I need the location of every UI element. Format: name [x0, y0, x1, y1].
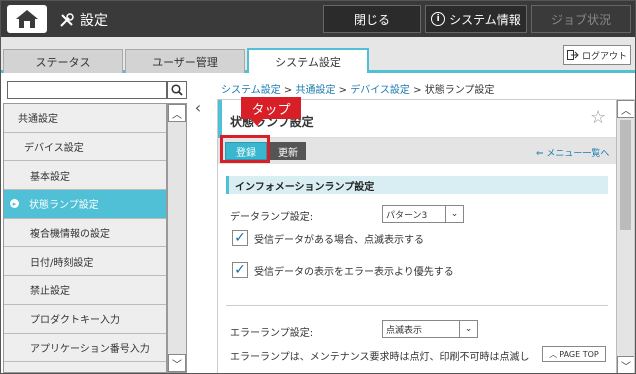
search-button[interactable]: [167, 81, 187, 99]
home-icon: [16, 10, 38, 28]
current-item-icon: ▸: [10, 199, 19, 209]
settings-title: 設定: [59, 10, 108, 30]
sidebar-item-basic-settings[interactable]: 基本設定: [4, 161, 166, 191]
close-button[interactable]: 閉じる: [323, 5, 421, 33]
sidebar-item-status-lamp[interactable]: ▸ 状態ランプ設定: [4, 190, 166, 219]
error-lamp-description: エラーランプは、メンテナンス要求時は点灯、印刷不可時は点滅し: [230, 352, 530, 363]
breadcrumb: システム設定 > 共通設定 > デバイス設定 > 状態ランプ設定: [221, 81, 494, 96]
sidebar-item-label: 基本設定: [30, 171, 70, 183]
tab-system-settings[interactable]: システム設定: [247, 48, 369, 73]
update-button[interactable]: 更新: [270, 142, 306, 160]
scroll-up-icon[interactable]: ︿: [617, 100, 634, 118]
sidebar-item-label: プロダクトキー入力: [30, 315, 120, 327]
data-lamp-label: データランプ設定:: [230, 212, 314, 223]
job-status-button[interactable]: ジョブ状況: [531, 5, 631, 33]
breadcrumb-separator: >: [413, 85, 422, 96]
checkbox-label: 受信データがある場合、点滅表示する: [254, 234, 424, 246]
section-divider: [226, 305, 608, 306]
scroll-up-icon[interactable]: ︿: [168, 104, 186, 122]
sidebar-item-device-info[interactable]: 複合機情報の設定: [4, 219, 166, 248]
checkbox-blink-on-receive[interactable]: ✓ 受信データがある場合、点滅表示する: [232, 230, 424, 246]
sidebar-item-common-settings[interactable]: 共通設定: [4, 104, 166, 133]
page-top-button[interactable]: ︿ PAGE TOP: [542, 346, 606, 362]
sidebar-item-label: 禁止設定: [30, 286, 70, 298]
sidebar-item-label: 共通設定: [18, 114, 58, 126]
breadcrumb-link-system[interactable]: システム設定: [221, 85, 281, 96]
breadcrumb-separator: >: [338, 85, 348, 96]
menu-list-link[interactable]: ⇐ メニュー一覧へ: [536, 146, 609, 159]
top-bar: 設定 閉じる i システム情報 ジョブ状況: [1, 1, 635, 37]
error-lamp-label: エラーランプ設定:: [230, 328, 314, 339]
breadcrumb-link-device[interactable]: デバイス設定: [350, 85, 410, 96]
checkbox-label: 受信データの表示をエラー表示より優先する: [254, 266, 454, 278]
tools-icon: [60, 13, 74, 27]
breadcrumb-current: 状態ランプ設定: [424, 85, 495, 96]
sidebar-item-prohibit[interactable]: 禁止設定: [4, 276, 166, 305]
chevron-down-icon: ⌄: [445, 206, 463, 222]
sidebar-item-app-number[interactable]: アプリケーション番号入力: [4, 334, 166, 363]
menu-list-label: メニュー一覧へ: [546, 149, 610, 159]
content-panel: 状態ランプ設定 ☆ 登録 更新 ⇐ メニュー一覧へ インフォメーションランプ設定…: [217, 99, 635, 373]
info-icon: i: [431, 12, 446, 26]
app-frame: 設定 閉じる i システム情報 ジョブ状況 ステータス ユーザー管理 システム設…: [0, 0, 636, 374]
tap-callout: タップ: [241, 97, 301, 126]
menu-search-input[interactable]: [7, 81, 167, 99]
collapse-sidebar-icon[interactable]: ‹: [191, 97, 205, 117]
chevron-down-icon: ⌄: [459, 321, 477, 337]
favorite-star-icon[interactable]: ☆: [590, 107, 606, 128]
content-scrollbar[interactable]: ︿ ﹀: [616, 100, 634, 373]
logout-icon: [566, 50, 579, 60]
error-lamp-value: 点滅表示: [386, 325, 423, 336]
error-lamp-select[interactable]: 点滅表示 ⌄: [382, 320, 478, 338]
chevron-up-icon: ︿: [549, 349, 558, 359]
sidebar-item-label: 日付/時刻設定: [30, 257, 94, 269]
data-lamp-value: パターン3: [386, 210, 428, 221]
data-lamp-select[interactable]: パターン3 ⌄: [382, 205, 464, 223]
home-button[interactable]: [7, 5, 47, 33]
search-icon: [171, 84, 183, 96]
settings-menu: 共通設定 デバイス設定 基本設定 ▸ 状態ランプ設定 複合機情報の設定 日付/時…: [3, 103, 167, 373]
tap-highlight-frame: [220, 135, 270, 163]
section-title: インフォメーションランプ設定: [226, 176, 608, 194]
sidebar-item-datetime[interactable]: 日付/時刻設定: [4, 247, 166, 277]
tab-user-management[interactable]: ユーザー管理: [125, 49, 245, 73]
tab-row: ステータス ユーザー管理 システム設定 ログアウト: [1, 37, 635, 73]
page-top-label: PAGE TOP: [559, 349, 599, 359]
sidebar-item-label: デバイス設定: [24, 143, 84, 155]
logout-label: ログアウト: [581, 51, 627, 62]
checkbox-checked-icon[interactable]: ✓: [232, 262, 248, 278]
checkbox-prioritize-receive[interactable]: ✓ 受信データの表示をエラー表示より優先する: [232, 262, 454, 278]
header-accent: [218, 100, 222, 138]
sidebar-item-product-key[interactable]: プロダクトキー入力: [4, 305, 166, 334]
sidebar-item-label: 複合機情報の設定: [30, 229, 110, 241]
scroll-down-icon[interactable]: ﹀: [617, 356, 634, 373]
sidebar-item-device-settings[interactable]: デバイス設定: [4, 133, 166, 162]
system-info-label: システム情報: [449, 12, 521, 27]
tab-status[interactable]: ステータス: [3, 49, 123, 73]
action-bar: 登録 更新 ⇐ メニュー一覧へ: [218, 138, 616, 164]
sidebar-item-label: 状態ランプ設定: [29, 200, 99, 212]
sidebar-item-label: アプリケーション番号入力: [30, 343, 150, 355]
back-to-list-icon: ⇐: [536, 149, 544, 159]
scroll-thumb[interactable]: [620, 120, 631, 230]
settings-title-label: 設定: [80, 13, 108, 29]
system-info-button[interactable]: i システム情報: [425, 5, 527, 33]
breadcrumb-separator: >: [283, 85, 293, 96]
breadcrumb-link-common[interactable]: 共通設定: [295, 85, 335, 96]
logout-button[interactable]: ログアウト: [563, 45, 631, 65]
checkbox-checked-icon[interactable]: ✓: [232, 230, 248, 246]
scroll-down-icon[interactable]: ﹀: [168, 354, 186, 372]
sidebar-scrollbar[interactable]: ︿ ﹀: [167, 103, 187, 373]
